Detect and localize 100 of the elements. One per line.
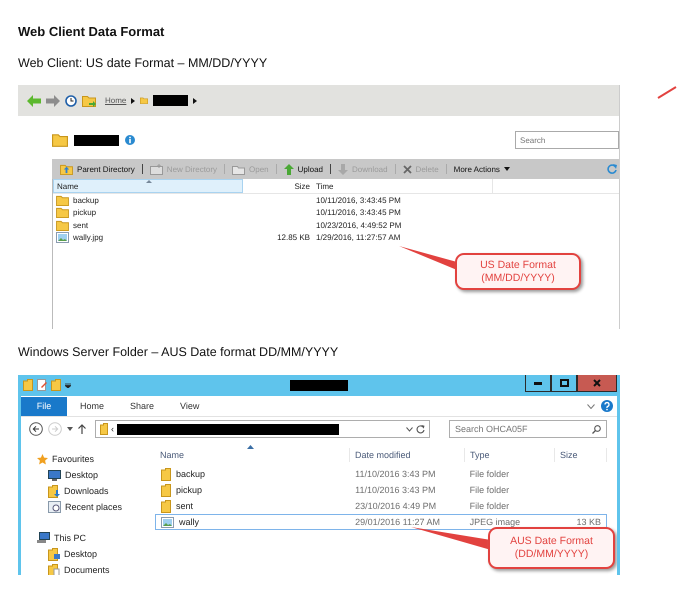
caption-text: Web Client: US date Format – MM/DD/YYYY	[18, 55, 268, 71]
search-field[interactable]: Search	[515, 131, 619, 149]
folder-icon	[100, 423, 108, 435]
redaction-bar	[290, 380, 348, 391]
file-time: 10/23/2016, 4:49:52 PM	[316, 220, 402, 230]
monitor-icon	[48, 470, 61, 480]
caret-down-icon[interactable]	[65, 382, 71, 388]
computer-icon	[37, 532, 50, 544]
file-name[interactable]: sent	[73, 220, 88, 230]
file-type: JPEG image	[470, 517, 520, 527]
image-file-icon	[56, 232, 69, 244]
close-icon	[593, 379, 601, 387]
forward-arrow-icon[interactable]	[46, 94, 60, 106]
folder-icon	[161, 468, 171, 480]
minimize-button[interactable]	[525, 375, 551, 392]
section-heading: Web Client Data Format	[18, 24, 166, 40]
nav-item[interactable]: Recent places	[65, 502, 122, 512]
nav-item[interactable]: Favourites	[52, 454, 94, 464]
nav-item[interactable]: This PC	[54, 533, 86, 543]
ribbon-tab[interactable]: Share	[117, 396, 168, 416]
ribbon-tab[interactable]: View	[167, 396, 212, 416]
nav-item[interactable]: Downloads	[64, 486, 109, 496]
file-name: sent	[176, 501, 194, 511]
address-field[interactable]: ‹	[95, 420, 430, 438]
file-name: pickup	[176, 485, 202, 495]
maximize-button[interactable]	[551, 375, 577, 392]
caret-down-icon	[504, 167, 510, 171]
refresh-icon[interactable]	[416, 424, 425, 434]
toolbar-button[interactable]: Parent Directory	[60, 164, 135, 174]
download-folder-icon	[48, 484, 60, 498]
chevron-down-icon[interactable]	[587, 404, 595, 408]
desktop-folder-icon	[48, 548, 60, 560]
star-icon	[37, 454, 48, 464]
file-name[interactable]: pickup	[73, 208, 96, 218]
callout-text: (MM/DD/YYYY)	[480, 272, 556, 284]
breadcrumb-link[interactable]: Home	[105, 96, 126, 105]
column-header[interactable]: Size	[555, 448, 607, 462]
ribbon-tab[interactable]: Home	[67, 396, 118, 416]
column-header[interactable]: Name	[53, 179, 243, 193]
file-row[interactable]: sent 23/10/2016 4:49 PM File folder	[155, 498, 607, 514]
column-header[interactable]: Name	[155, 448, 350, 462]
caption-text: Windows Server Folder – AUS Date format DD/MM/YYYY	[18, 344, 340, 360]
delete-icon	[402, 164, 412, 174]
redaction-bar	[153, 95, 188, 106]
folder-icon	[56, 207, 69, 218]
file-type: File folder	[470, 469, 510, 479]
folder-outline-icon	[232, 164, 246, 174]
back-icon[interactable]	[29, 422, 43, 436]
address-text: ‹	[111, 424, 114, 434]
date-modified: 11/10/2016 3:43 PM	[355, 485, 436, 495]
file-name[interactable]: wally.jpg	[73, 233, 104, 242]
chevron-down-icon[interactable]	[406, 426, 413, 432]
help-icon[interactable]	[601, 400, 613, 412]
info-icon[interactable]	[125, 135, 135, 145]
folder-icon	[161, 484, 171, 496]
nav-item[interactable]: Desktop	[64, 549, 98, 559]
file-size: 13 KB	[576, 517, 601, 527]
file-time: 1/29/2016, 11:27:57 AM	[316, 233, 400, 242]
callout-text: AUS Date Format	[509, 535, 594, 548]
download-icon	[338, 164, 348, 174]
sort-arrow-icon	[146, 180, 152, 183]
nav-item[interactable]: Desktop	[65, 470, 98, 480]
folder-icon	[140, 97, 148, 104]
properties-icon[interactable]	[37, 379, 47, 391]
minimize-icon	[534, 382, 542, 384]
sort-arrow-icon	[247, 445, 254, 449]
callout-text: US Date Format	[479, 258, 557, 272]
leader-line	[657, 86, 677, 99]
caret-icon	[193, 98, 198, 104]
column-header[interactable]: Date modified	[350, 448, 465, 462]
date-modified: 11/10/2016 3:43 PM	[355, 469, 436, 479]
menu-button[interactable]: More Actions	[454, 164, 510, 174]
new-folder-icon	[150, 164, 163, 174]
folder-arrow-icon[interactable]	[82, 94, 96, 106]
file-type: File folder	[470, 501, 510, 511]
redaction-bar	[74, 134, 119, 146]
upload-arrow-icon	[284, 164, 294, 174]
close-button[interactable]	[577, 375, 617, 392]
file-time: 10/11/2016, 3:43:45 PM	[316, 196, 401, 205]
file-size: 12.85 KB	[277, 233, 310, 242]
search-field[interactable]: Search OHCA05F	[449, 420, 607, 438]
column-header[interactable]: Time	[313, 179, 493, 193]
clock-icon[interactable]	[65, 94, 77, 106]
toolbar-button[interactable]: Upload	[284, 164, 323, 174]
parent-folder-icon	[60, 164, 73, 174]
maximize-icon	[560, 379, 568, 387]
file-name[interactable]: backup	[73, 196, 99, 205]
folder-icon	[161, 500, 171, 512]
file-name: backup	[176, 469, 206, 479]
file-menu-button[interactable]: File	[21, 396, 67, 416]
column-header[interactable]: Type	[465, 448, 555, 462]
file-row[interactable]: pickup 11/10/2016 3:43 PM File folder	[155, 482, 607, 498]
nav-item[interactable]: Documents	[64, 565, 110, 575]
column-header[interactable]: Size	[243, 179, 313, 193]
date-modified: 23/10/2016 4:49 PM	[355, 501, 436, 511]
up-arrow-icon[interactable]	[78, 424, 86, 434]
caret-icon	[131, 98, 136, 104]
recent-places-icon	[48, 501, 61, 513]
caret-down-icon[interactable]	[67, 427, 73, 431]
file-row[interactable]: backup 11/10/2016 3:43 PM File folder	[155, 466, 607, 482]
